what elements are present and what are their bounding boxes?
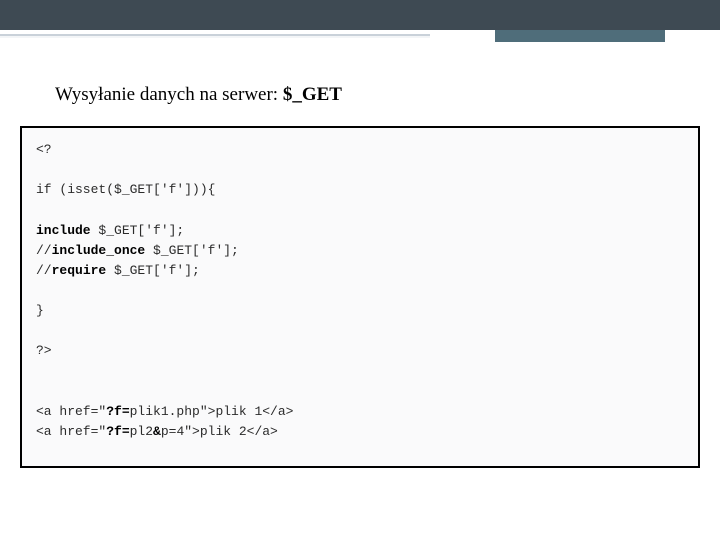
code-keyword: include: [36, 223, 91, 238]
code-box: <? if (isset($_GET['f'])){ include $_GET…: [20, 126, 700, 468]
page-title: Wysyłanie danych na serwer: $_GET: [55, 84, 720, 106]
title-bold: $_GET: [283, 84, 342, 105]
code-text: $_GET['f'];: [91, 223, 185, 238]
code-text: <a href=": [36, 424, 106, 439]
code-line: if (isset($_GET['f'])){: [36, 182, 215, 197]
code-keyword: ?f=: [106, 424, 129, 439]
code-line: }: [36, 303, 44, 318]
accent-row: [0, 30, 720, 52]
code-keyword: require: [52, 263, 107, 278]
code-text: //: [36, 263, 52, 278]
code-text: plik1.php">plik 1</a>: [130, 404, 294, 419]
code-text: $_GET['f'];: [145, 243, 239, 258]
code-keyword: include_once: [52, 243, 146, 258]
code-text: p=4">plik 2</a>: [161, 424, 278, 439]
code-keyword: ?f=: [106, 404, 129, 419]
code-text: $_GET['f'];: [106, 263, 200, 278]
top-band: [0, 0, 720, 30]
code-text: //: [36, 243, 52, 258]
code-text: <a href=": [36, 404, 106, 419]
code-text: pl2: [130, 424, 153, 439]
code-line: ?>: [36, 343, 52, 358]
title-area: Wysyłanie danych na serwer: $_GET: [0, 52, 720, 116]
accent-right-block: [495, 30, 665, 42]
title-plain: Wysyłanie danych na serwer:: [55, 84, 283, 105]
code-line: <?: [36, 142, 52, 157]
code-keyword: &: [153, 424, 161, 439]
accent-left-rule: [0, 34, 430, 38]
